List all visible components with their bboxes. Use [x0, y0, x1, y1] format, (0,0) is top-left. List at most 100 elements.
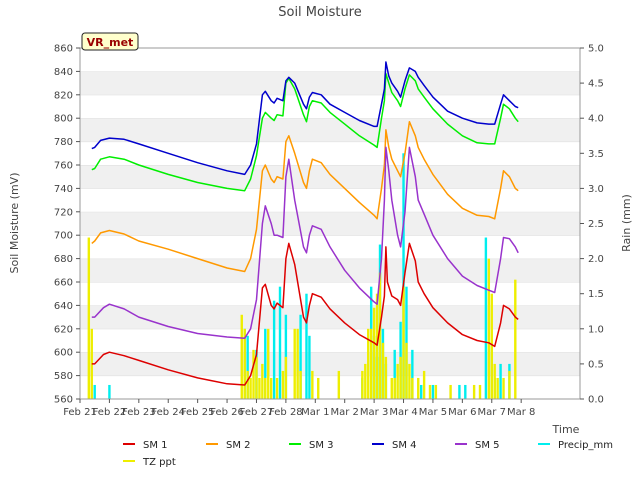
precip-bar	[372, 307, 376, 399]
legend-label: SM 1	[143, 440, 168, 451]
precip-bar	[264, 377, 267, 399]
precip-bar	[364, 363, 367, 399]
grid-band	[80, 258, 580, 282]
precip-bar	[281, 370, 285, 399]
precip-bar	[311, 370, 314, 399]
grid-band	[80, 48, 580, 72]
precip-bar	[269, 377, 273, 399]
y-tick-label: 720	[54, 207, 73, 218]
precip-bar	[249, 377, 252, 399]
precip-bar	[502, 377, 505, 399]
precip-bar	[293, 328, 296, 399]
site-label: VR_met	[87, 36, 134, 49]
y-tick-label: 640	[54, 301, 73, 312]
x-tick-label: Mar 5	[419, 407, 447, 418]
x-tick-label: Mar 1	[301, 407, 329, 418]
y2-tick-label: 3.0	[588, 184, 604, 195]
y-tick-label: 620	[54, 324, 73, 335]
precip-bar	[431, 384, 435, 399]
precip-bar	[240, 314, 243, 399]
x-tick-label: Mar 4	[389, 407, 417, 418]
x-tick-label: Feb 28	[269, 407, 303, 418]
precip-bar	[402, 286, 405, 399]
precip-bar	[464, 384, 467, 399]
precip-bar	[493, 363, 496, 399]
precip-bar	[458, 384, 461, 399]
precip-bar	[399, 356, 402, 399]
y2-tick-label: 3.5	[588, 149, 604, 160]
precip-bar	[299, 370, 302, 399]
y-axis: 560 580 600 620 640 660 680 700 720 740 760 780 800 8…	[54, 44, 80, 406]
precip-bar	[417, 377, 420, 399]
grid-band	[80, 141, 580, 165]
grid-band	[80, 118, 580, 142]
precip-bar	[472, 384, 476, 399]
precip-bar	[381, 342, 385, 399]
y2-tick-label: 0.0	[588, 395, 604, 406]
precip-bar	[337, 370, 341, 399]
legend-label: SM 4	[392, 440, 417, 451]
x-axis-label: Time	[552, 423, 580, 436]
grid-bands	[80, 47, 580, 399]
precip-bar	[267, 328, 270, 399]
precip-bar	[484, 237, 488, 399]
y-tick-label: 700	[54, 231, 73, 242]
precip-bar	[419, 384, 423, 399]
y2-axis: 0.0 0.5 1.0 1.5 2.0 2.5 3.0 3.5 4.0 4.5 5.0	[580, 44, 604, 406]
y2-axis-label: Rain (mm)	[620, 194, 633, 252]
precip-bar	[411, 377, 414, 399]
precip-bar	[514, 279, 517, 399]
precip-bar	[449, 384, 452, 399]
y-tick-label: 660	[54, 278, 73, 289]
precip-bar	[361, 370, 364, 399]
precip-bar	[93, 384, 96, 399]
grid-band	[80, 165, 580, 189]
y2-tick-label: 1.0	[588, 324, 604, 335]
y-tick-label: 840	[54, 67, 73, 78]
precip-bar	[393, 377, 396, 399]
precip-bar	[499, 363, 502, 399]
precip-bar	[296, 328, 299, 399]
legend-label: SM 3	[309, 440, 334, 451]
y-tick-label: 780	[54, 137, 73, 148]
grid-band	[80, 352, 580, 376]
grid-band	[80, 94, 580, 119]
precip-bar	[255, 356, 258, 399]
precip-bar	[490, 293, 493, 399]
x-tick-label: Mar 2	[330, 407, 358, 418]
site-label-box: VR_met	[81, 32, 139, 51]
y-tick-label: 860	[54, 44, 73, 55]
precip-bar	[422, 370, 426, 399]
y-tick-label: 800	[54, 114, 73, 125]
precip-bar	[408, 363, 411, 399]
legend-label: TZ ppt	[142, 457, 176, 468]
precip-bar	[487, 258, 491, 399]
precip-bar	[496, 377, 499, 399]
y2-tick-label: 2.5	[588, 219, 604, 230]
y-tick-label: 600	[54, 348, 73, 359]
legend: SM 1 SM 2 SM 3 SM 4 SM 5 Precip_mm TZ ppt	[123, 440, 613, 468]
precip-bar	[369, 328, 373, 399]
x-axis: Feb 21Feb 22Feb 23Feb 24Feb 25Feb 26Feb …	[63, 399, 535, 418]
precip-bar	[375, 293, 379, 399]
y2-tick-label: 5.0	[588, 44, 604, 55]
soil-moisture-chart: Soil Moisture Feb 21Feb 22Feb 23Feb 24Fe…	[8, 5, 633, 468]
precip-bar	[317, 377, 320, 399]
precip-bar	[434, 384, 438, 399]
chart-root: Soil Moisture Feb 21 Feb 22 Feb 23 Feb 24 Fe…	[0, 0, 640, 480]
legend-label: Precip_mm	[558, 440, 613, 451]
x-tick-label: Mar 7	[478, 407, 506, 418]
precip-bar	[272, 300, 276, 399]
y2-tick-label: 0.5	[588, 359, 604, 370]
precip-bar	[278, 286, 282, 399]
precip-bar	[275, 377, 279, 399]
grid-band	[80, 71, 580, 95]
precip-bar	[390, 377, 393, 399]
y-tick-label: 760	[54, 161, 73, 172]
legend-label: SM 2	[226, 440, 251, 451]
y2-tick-label: 4.0	[588, 114, 604, 125]
legend-label: SM 5	[475, 440, 500, 451]
precip-bar	[108, 384, 111, 399]
precip-bar	[252, 349, 255, 399]
precip-bar	[428, 384, 432, 399]
